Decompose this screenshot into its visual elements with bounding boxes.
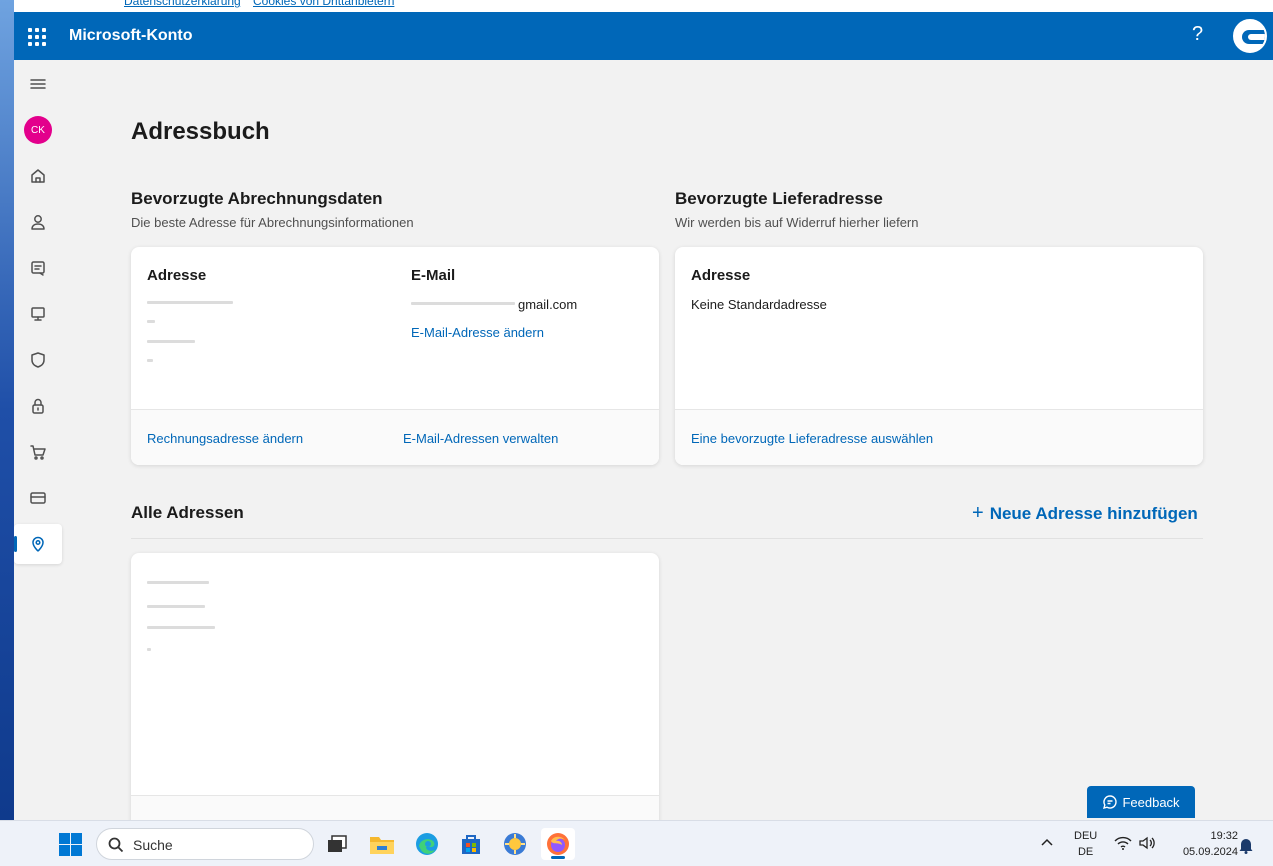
clock-time: 19:32 [1210, 830, 1238, 842]
system-tray-icons[interactable] [1114, 835, 1156, 856]
help-icon[interactable]: ? [1192, 23, 1203, 46]
show-hidden-icons-chevron[interactable] [1040, 834, 1054, 850]
sidebar-item-privacy[interactable] [14, 340, 62, 380]
manage-email-addresses-link[interactable]: E-Mail-Adressen verwalten [403, 431, 558, 446]
billing-address-label: Adresse [147, 267, 207, 284]
all-addresses-title: Alle Adressen [131, 503, 244, 522]
redacted-address-line [147, 626, 215, 629]
sidebar-menu-button[interactable] [14, 64, 62, 104]
laptop-icon [31, 307, 45, 321]
firefox-icon[interactable] [541, 828, 575, 860]
cart-icon [30, 445, 46, 460]
redacted-address-line [147, 340, 195, 343]
billing-section-subtitle: Die beste Adresse für Abrechnungsinforma… [131, 215, 414, 230]
search-icon [108, 837, 124, 853]
app-header: Microsoft-Konto ? [14, 12, 1273, 60]
change-billing-address-link[interactable]: Rechnungsadresse ändern [147, 431, 303, 446]
edge-browser-icon[interactable] [410, 828, 444, 860]
add-new-address-button[interactable]: + Neue Adresse hinzufügen [972, 502, 1198, 525]
feedback-button[interactable]: Feedback [1087, 786, 1195, 818]
file-explorer-icon[interactable] [365, 828, 399, 860]
clock-date: 05.09.2024 [1182, 846, 1238, 858]
top-links-bar: Datenschutzerklärung Cookies von Drittan… [14, 0, 1273, 12]
feedback-icon [1103, 795, 1118, 809]
search-placeholder: Suche [133, 837, 173, 853]
redacted-address-line [147, 359, 153, 362]
plus-icon: + [972, 502, 984, 524]
shield-icon [31, 352, 45, 368]
section-divider [131, 538, 1203, 539]
windows-taskbar: Suche DEU DE 19:32 05.09.2024 [0, 820, 1273, 866]
input-language-indicator[interactable]: DEU DE [1074, 828, 1097, 860]
sidebar-item-security[interactable] [14, 386, 62, 426]
billing-card: Adresse E-Mail gmail.com E-Mail-Adresse … [131, 247, 659, 465]
shipping-address-label: Adresse [691, 267, 751, 284]
sidebar-item-devices[interactable] [14, 294, 62, 334]
keyboard-layout-code: DE [1077, 846, 1094, 858]
add-new-address-label: Neue Adresse hinzufügen [989, 504, 1198, 523]
redacted-address-line [147, 648, 151, 651]
microsoft-store-icon[interactable] [454, 828, 488, 860]
subscription-icon [31, 261, 45, 276]
hamburger-icon [30, 79, 46, 89]
billing-email-value: gmail.com [518, 297, 578, 312]
shipping-card-footer: Eine bevorzugte Lieferadresse auswählen [675, 409, 1203, 465]
sidebar-profile[interactable]: CK [14, 110, 62, 150]
redacted-email-prefix [411, 302, 515, 305]
sidebar-item-home[interactable] [14, 156, 62, 196]
weather-app-icon[interactable] [498, 828, 532, 860]
redacted-address-line [147, 605, 205, 608]
change-email-link[interactable]: E-Mail-Adresse ändern [411, 325, 544, 340]
no-default-address-text: Keine Standardadresse [691, 297, 827, 312]
windows-start-icon[interactable] [59, 833, 82, 856]
address-card [131, 553, 659, 820]
notification-bell-icon[interactable] [1238, 836, 1254, 859]
sidebar-item-payment[interactable] [14, 478, 62, 518]
taskbar-search[interactable]: Suche [96, 828, 314, 860]
sidebar-item-your-info[interactable] [14, 202, 62, 242]
browser-viewport: Datenschutzerklärung Cookies von Drittan… [14, 0, 1273, 820]
app-launcher-icon[interactable] [28, 28, 46, 46]
system-clock[interactable]: 19:32 05.09.2024 [1166, 828, 1238, 860]
desktop-background [0, 0, 14, 820]
page-title: Adressbuch [131, 118, 270, 145]
sidebar-item-orders[interactable] [14, 432, 62, 472]
redacted-address-line [147, 320, 155, 323]
billing-card-footer: Rechnungsadresse ändern E-Mail-Adressen … [131, 409, 659, 465]
account-avatar[interactable] [1233, 19, 1267, 53]
shipping-card: Adresse Keine Standardadresse Eine bevor… [675, 247, 1203, 465]
address-card-footer [131, 795, 659, 820]
shipping-section-subtitle: Wir werden bis auf Widerruf hierher lief… [675, 215, 919, 230]
person-icon [31, 215, 45, 230]
credit-card-icon [30, 492, 46, 504]
location-pin-icon [32, 536, 44, 552]
task-view-icon[interactable] [320, 828, 354, 860]
lock-icon [32, 398, 44, 414]
sidebar-item-addresses[interactable] [14, 524, 62, 564]
wifi-icon [1114, 836, 1132, 850]
language-code: DEU [1074, 830, 1098, 842]
third-party-cookies-link[interactable]: Cookies von Drittanbietern [253, 0, 394, 8]
home-icon [31, 169, 45, 183]
sidebar-nav: CK [14, 60, 62, 820]
feedback-label: Feedback [1122, 794, 1180, 810]
billing-section-title: Bevorzugte Abrechnungsdaten [131, 189, 383, 208]
shipping-section-title: Bevorzugte Lieferadresse [675, 189, 883, 208]
app-title[interactable]: Microsoft-Konto [69, 27, 193, 45]
redacted-address-line [147, 581, 209, 584]
sidebar-item-subscriptions[interactable] [14, 248, 62, 288]
privacy-link[interactable]: Datenschutzerklärung [124, 0, 241, 8]
speaker-icon [1139, 836, 1156, 850]
choose-shipping-address-link[interactable]: Eine bevorzugte Lieferadresse auswählen [691, 431, 933, 446]
redacted-address-line [147, 301, 233, 304]
profile-avatar: CK [24, 116, 52, 144]
billing-email-label: E-Mail [411, 267, 456, 284]
